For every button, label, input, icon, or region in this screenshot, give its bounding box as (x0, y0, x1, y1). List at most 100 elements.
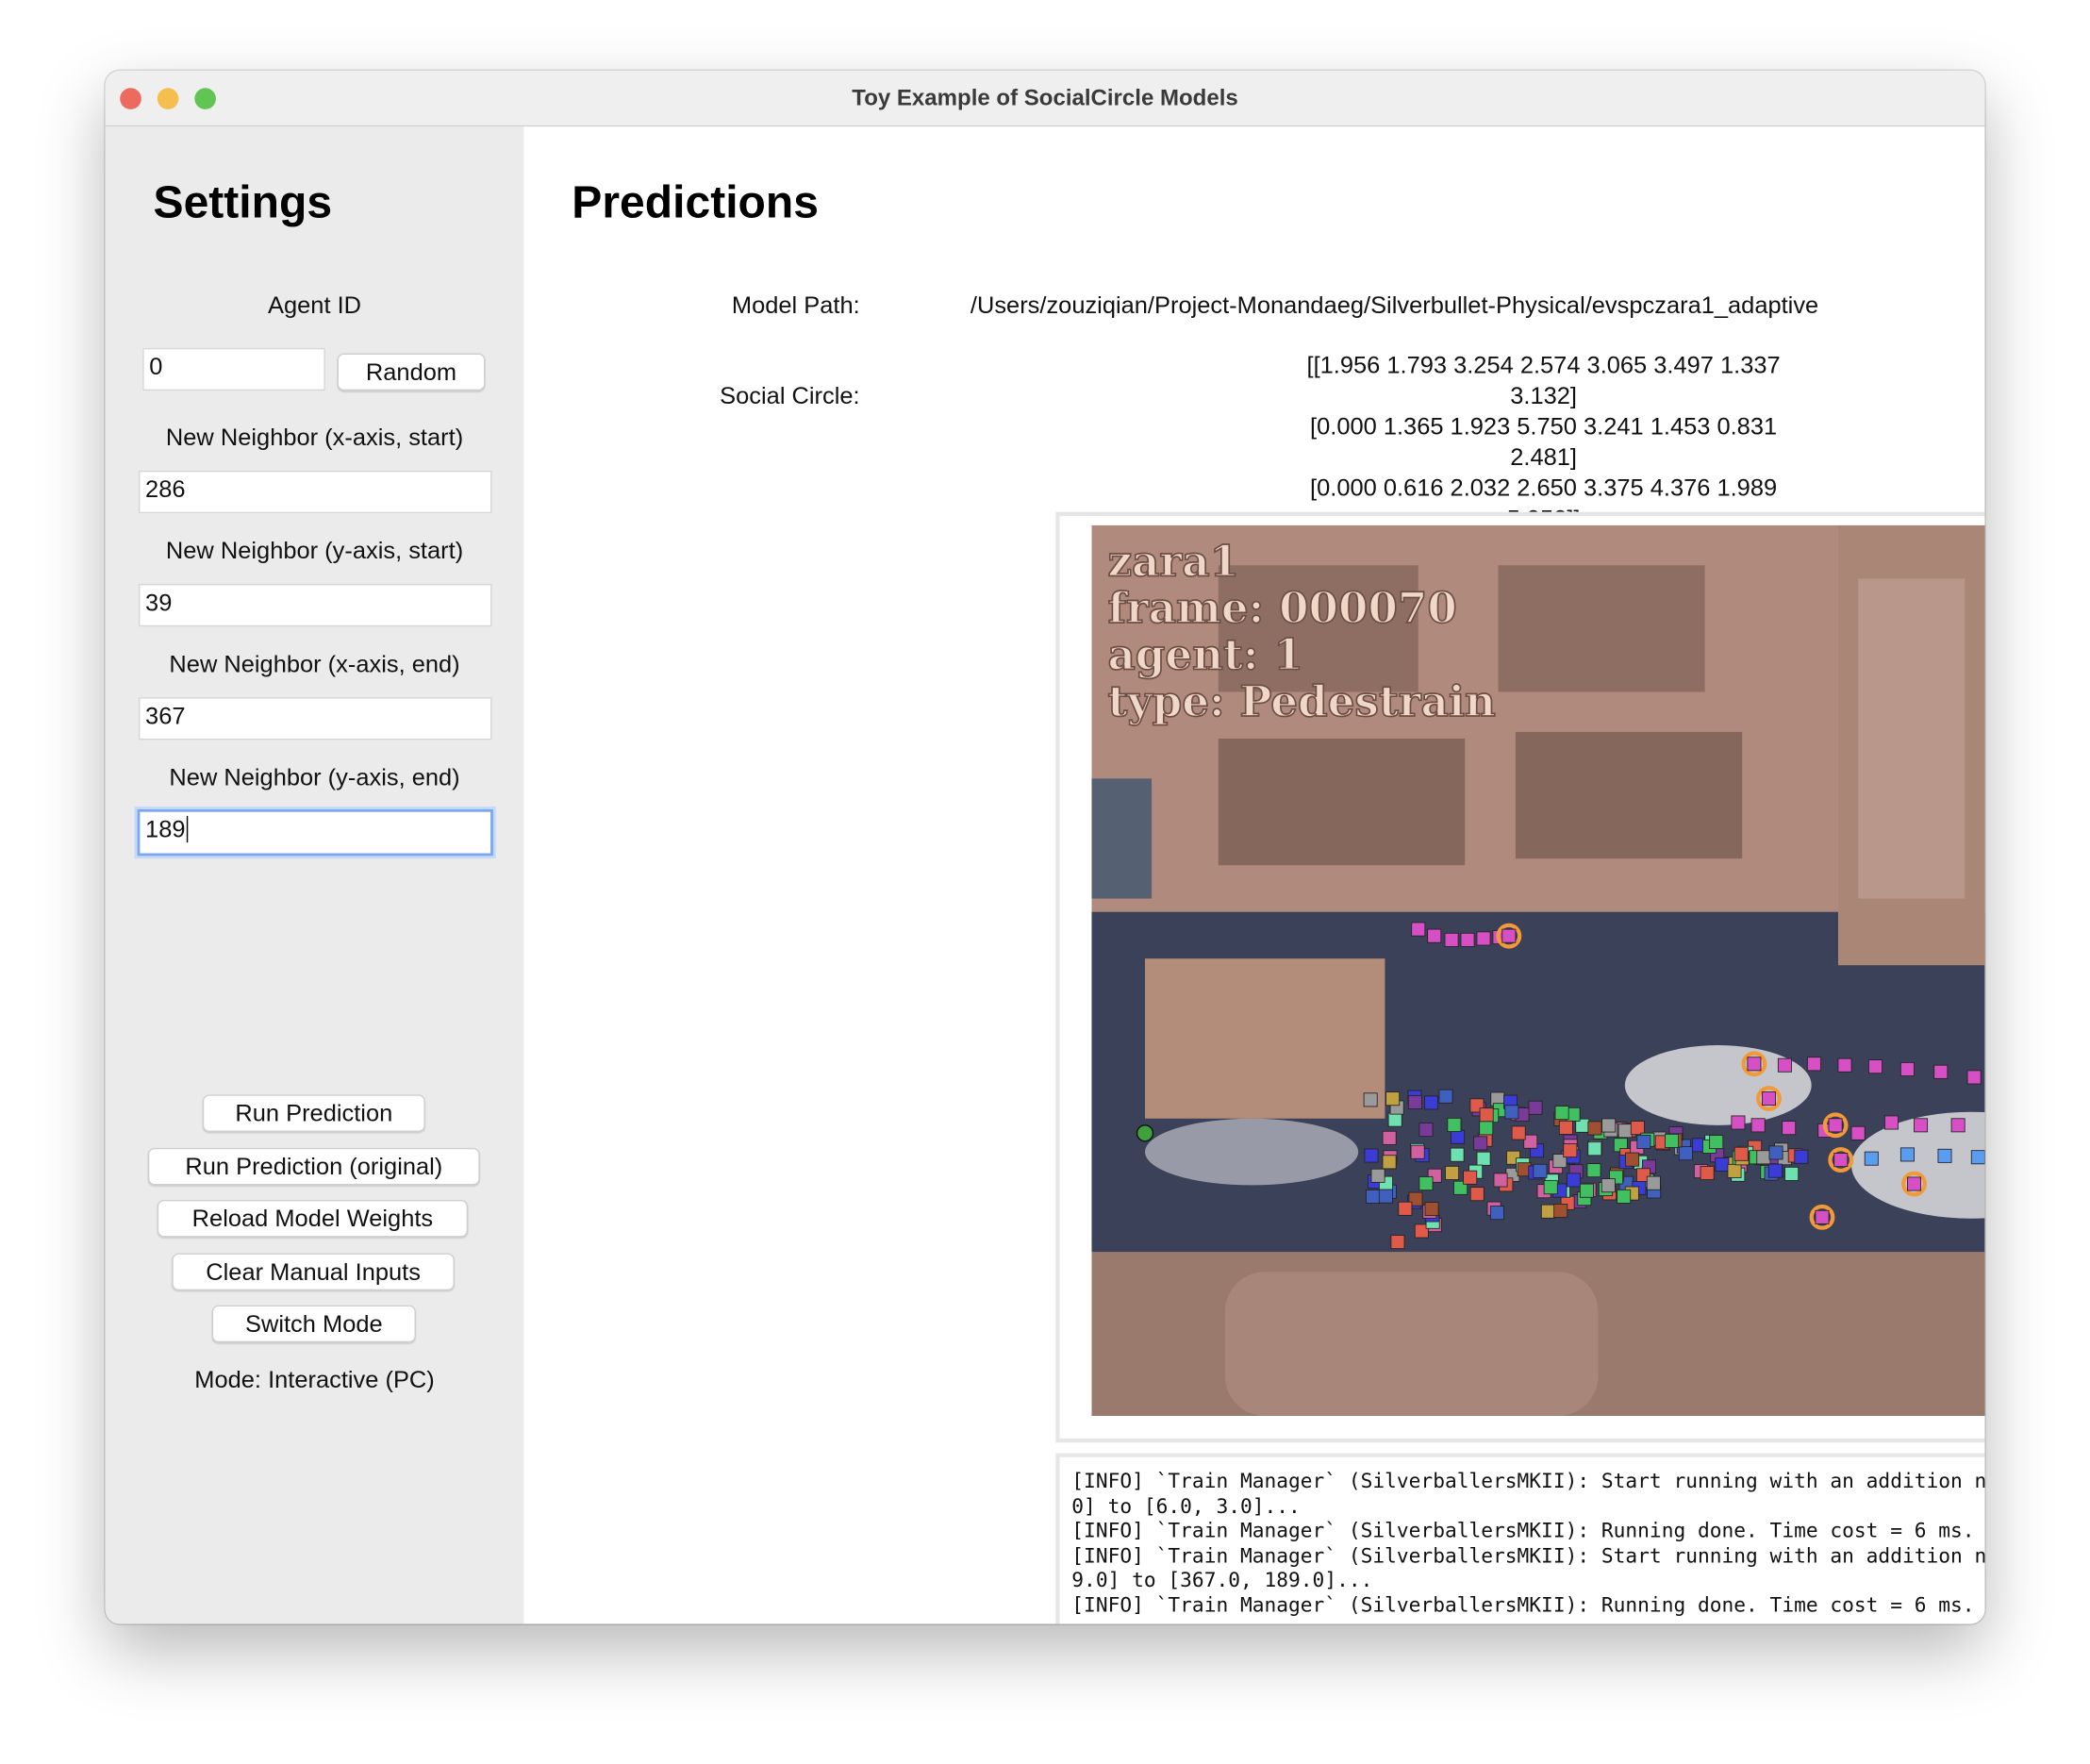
run-prediction-original-button[interactable]: Run Prediction (original) (147, 1147, 480, 1186)
prediction-marker (1382, 1130, 1397, 1145)
prediction-marker (1364, 1148, 1379, 1163)
window (1515, 731, 1743, 859)
prediction-marker (1410, 1144, 1425, 1159)
prediction-marker (1617, 1123, 1633, 1139)
bottom-car (1224, 1272, 1599, 1416)
prediction-marker (1899, 1147, 1915, 1162)
prediction-marker (1636, 1134, 1651, 1149)
neighbor-marker (1411, 922, 1426, 937)
prediction-marker (1767, 1163, 1783, 1178)
prediction-marker (1451, 1129, 1466, 1144)
prediction-marker (1504, 1105, 1519, 1120)
prediction-marker (1528, 1100, 1543, 1115)
prediction-marker (1617, 1189, 1632, 1204)
prediction-marker (1479, 1121, 1494, 1136)
prediction-marker (1366, 1189, 1381, 1204)
prediction-marker (1700, 1166, 1715, 1180)
prediction-marker (1450, 1147, 1465, 1162)
mode-status: Mode: Interactive (PC) (194, 1366, 435, 1393)
car-roof (1858, 578, 1966, 899)
app-window: Toy Example of SocialCircle Models Setti… (105, 70, 1985, 1624)
x-start-label: New Neighbor (x-axis, start) (165, 424, 464, 451)
prediction-marker (1937, 1148, 1952, 1163)
switch-mode-button[interactable]: Switch Mode (211, 1305, 416, 1343)
social-circle-row: [[1.956 1.793 3.254 2.574 3.065 3.497 1.… (1306, 352, 1781, 409)
neighbor-marker (1777, 1057, 1792, 1073)
run-prediction-button[interactable]: Run Prediction (202, 1094, 425, 1132)
prediction-marker (1678, 1146, 1693, 1161)
prediction-marker (1553, 1203, 1568, 1218)
prediction-marker (1970, 1150, 1985, 1165)
prediction-marker (1398, 1201, 1413, 1216)
prediction-marker (1715, 1157, 1730, 1172)
prediction-marker (1625, 1152, 1640, 1167)
y-start-input[interactable]: 39 (138, 584, 492, 627)
neighbor-marker (1828, 1118, 1843, 1133)
prediction-marker (1424, 1095, 1438, 1110)
prediction-marker (1418, 1123, 1434, 1138)
y-end-input[interactable]: 189 (137, 808, 493, 857)
prediction-canvas-frame: zara1 frame: 000070 agent: 1 type: Pedes… (1055, 511, 1985, 1443)
neighbor-marker (1837, 1057, 1852, 1073)
prediction-marker (1563, 1143, 1578, 1158)
prediction-marker (1756, 1150, 1771, 1165)
prediction-marker (1727, 1163, 1742, 1178)
prediction-marker (1533, 1163, 1548, 1178)
prediction-marker (1586, 1163, 1601, 1178)
prediction-marker (1363, 1092, 1378, 1107)
prediction-marker (1587, 1141, 1602, 1157)
title-bar: Toy Example of SocialCircle Models (105, 70, 1985, 127)
x-end-input[interactable]: 367 (138, 697, 492, 741)
predictions-panel: Predictions Model Path: /Users/zouziqian… (523, 126, 1985, 1624)
sun-patch (1145, 1118, 1359, 1186)
neighbor-marker (1782, 1121, 1797, 1136)
overlay-frame: frame: 000070 (1107, 583, 1456, 633)
prediction-marker (1864, 1151, 1879, 1166)
neighbor-marker (1444, 932, 1459, 947)
model-path-value: /Users/zouziqian/Project-Monandaeg/Silve… (970, 291, 1819, 319)
overlay-dataset: zara1 (1107, 537, 1239, 587)
prediction-marker (1418, 1176, 1434, 1191)
prediction-marker (1463, 1170, 1478, 1185)
y-start-label: New Neighbor (y-axis, start) (165, 537, 464, 564)
neighbor-marker (1476, 931, 1491, 946)
sun-patch (1624, 1045, 1812, 1125)
prediction-marker (1540, 1204, 1555, 1219)
prediction-marker (1493, 1173, 1508, 1188)
prediction-canvas[interactable]: zara1 frame: 000070 agent: 1 type: Pedes… (1091, 524, 1985, 1416)
prediction-marker (1445, 1165, 1460, 1180)
reload-model-weights-button[interactable]: Reload Model Weights (157, 1199, 469, 1238)
prediction-marker (1370, 1168, 1385, 1183)
neighbor-marker (1731, 1115, 1746, 1130)
overlay-type: type: Pedestrain (1107, 676, 1495, 726)
log-console[interactable]: [INFO] `Train Manager` (SilverballersMKI… (1055, 1453, 1985, 1624)
window (1218, 738, 1466, 866)
settings-panel: Settings Agent ID 0 Random New Neighbor … (105, 126, 524, 1624)
prediction-marker (1378, 1189, 1393, 1204)
prediction-marker (1646, 1175, 1661, 1190)
x-start-input[interactable]: 286 (138, 470, 492, 514)
prediction-marker (1469, 1187, 1485, 1202)
mat (1145, 958, 1385, 1119)
neighbor-marker (1868, 1059, 1883, 1074)
prediction-marker (1473, 1136, 1488, 1151)
x-end-label: New Neighbor (x-axis, end) (169, 650, 460, 677)
random-button[interactable]: Random (337, 353, 486, 391)
social-circle-row: [0.000 1.365 1.923 5.750 3.241 1.453 0.8… (1310, 413, 1778, 471)
model-path-label: Model Path: (731, 291, 860, 319)
clear-manual-inputs-button[interactable]: Clear Manual Inputs (172, 1253, 455, 1291)
prediction-marker (1438, 1089, 1453, 1104)
agent-id-input[interactable]: 0 (142, 347, 325, 391)
prediction-marker (1733, 1146, 1749, 1161)
neighbor-marker (1807, 1057, 1821, 1072)
prediction-marker (1579, 1183, 1594, 1198)
window (1498, 565, 1705, 692)
settings-title: Settings (153, 176, 333, 228)
agent-current-position (1136, 1124, 1154, 1142)
window-title: Toy Example of SocialCircle Models (852, 85, 1238, 111)
prediction-marker (1784, 1166, 1800, 1181)
neighbor-marker (1883, 1115, 1899, 1130)
neighbor-marker (1966, 1070, 1982, 1085)
prediction-marker (1665, 1133, 1680, 1148)
text-cursor (186, 815, 189, 843)
